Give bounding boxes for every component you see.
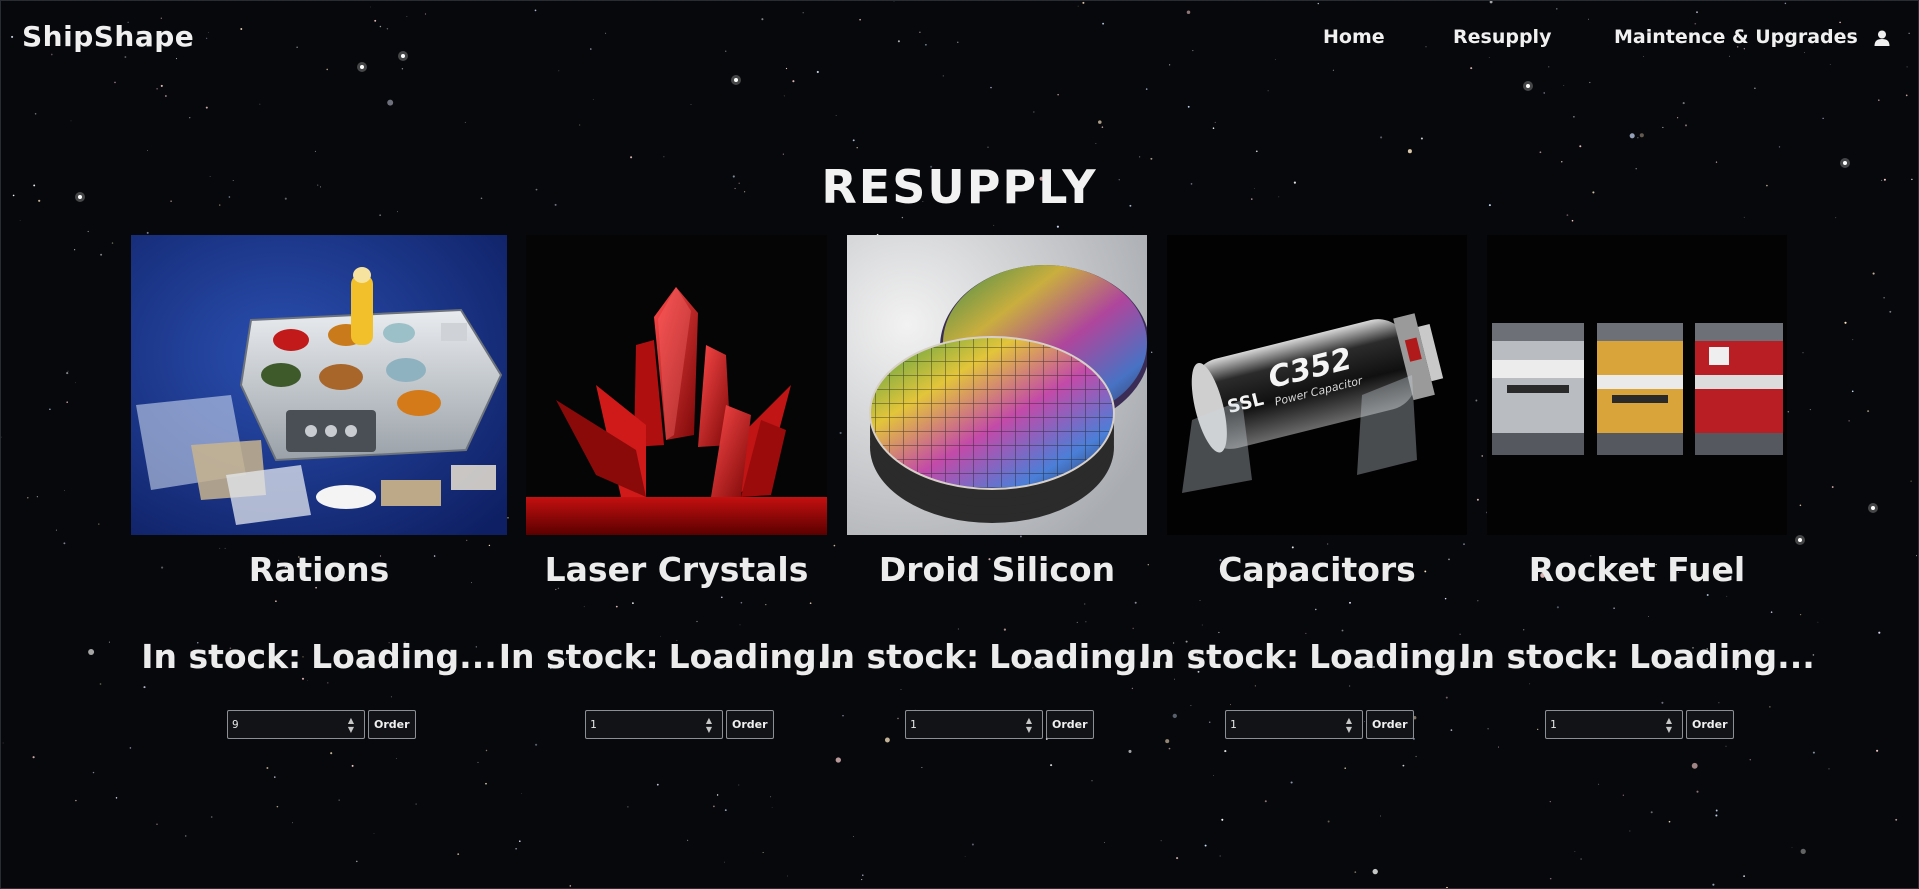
stock-status: In stock: Loading...: [1447, 637, 1827, 676]
spinner-down-icon[interactable]: ▼: [706, 725, 712, 734]
brand-logo[interactable]: ShipShape: [22, 20, 194, 53]
rocket-fuel-image: [1487, 235, 1787, 535]
product-name: Rocket Fuel: [1528, 550, 1746, 589]
stock-label: In stock:: [1459, 637, 1620, 676]
quantity-spinner[interactable]: ▲ ▼: [1021, 712, 1037, 737]
stock-label: In stock:: [1139, 637, 1300, 676]
spinner-down-icon[interactable]: ▼: [348, 725, 354, 734]
laser-crystals-image: [526, 235, 827, 535]
user-icon[interactable]: [1873, 29, 1891, 47]
stock-label: In stock:: [498, 637, 659, 676]
spinner-up-icon[interactable]: ▲: [1346, 716, 1352, 725]
stock-value: Loading...: [311, 637, 497, 676]
capacitors-image: SSL C352 Power Capacitor: [1167, 235, 1467, 535]
page-title: RESUPPLY: [821, 160, 1098, 214]
stock-value: Loading...: [1629, 637, 1815, 676]
quantity-spinner[interactable]: ▲ ▼: [1661, 712, 1677, 737]
spinner-down-icon[interactable]: ▼: [1346, 725, 1352, 734]
stock-label: In stock:: [819, 637, 980, 676]
nav-home[interactable]: Home: [1323, 26, 1385, 48]
nav-resupply[interactable]: Resupply: [1453, 26, 1551, 48]
spinner-up-icon[interactable]: ▲: [1026, 716, 1032, 725]
order-button[interactable]: Order: [1046, 710, 1094, 739]
spinner-up-icon[interactable]: ▲: [706, 716, 712, 725]
stock-status: In stock: Loading...: [91, 637, 547, 676]
quantity-spinner[interactable]: ▲ ▼: [1341, 712, 1357, 737]
spinner-down-icon[interactable]: ▼: [1026, 725, 1032, 734]
nav-maintenance-upgrades[interactable]: Maintence & Upgrades: [1614, 26, 1858, 48]
product-name: Rations: [248, 550, 390, 589]
stock-label: In stock:: [141, 637, 302, 676]
quantity-spinner[interactable]: ▲ ▼: [701, 712, 717, 737]
spinner-up-icon[interactable]: ▲: [1666, 716, 1672, 725]
quantity-spinner[interactable]: ▲ ▼: [343, 712, 359, 737]
order-button[interactable]: Order: [1366, 710, 1414, 739]
spinner-up-icon[interactable]: ▲: [348, 716, 354, 725]
rations-image: [131, 235, 507, 535]
droid-silicon-image: [847, 235, 1147, 535]
order-button[interactable]: Order: [1686, 710, 1734, 739]
order-button[interactable]: Order: [368, 710, 416, 739]
order-button[interactable]: Order: [726, 710, 774, 739]
spinner-down-icon[interactable]: ▼: [1666, 725, 1672, 734]
